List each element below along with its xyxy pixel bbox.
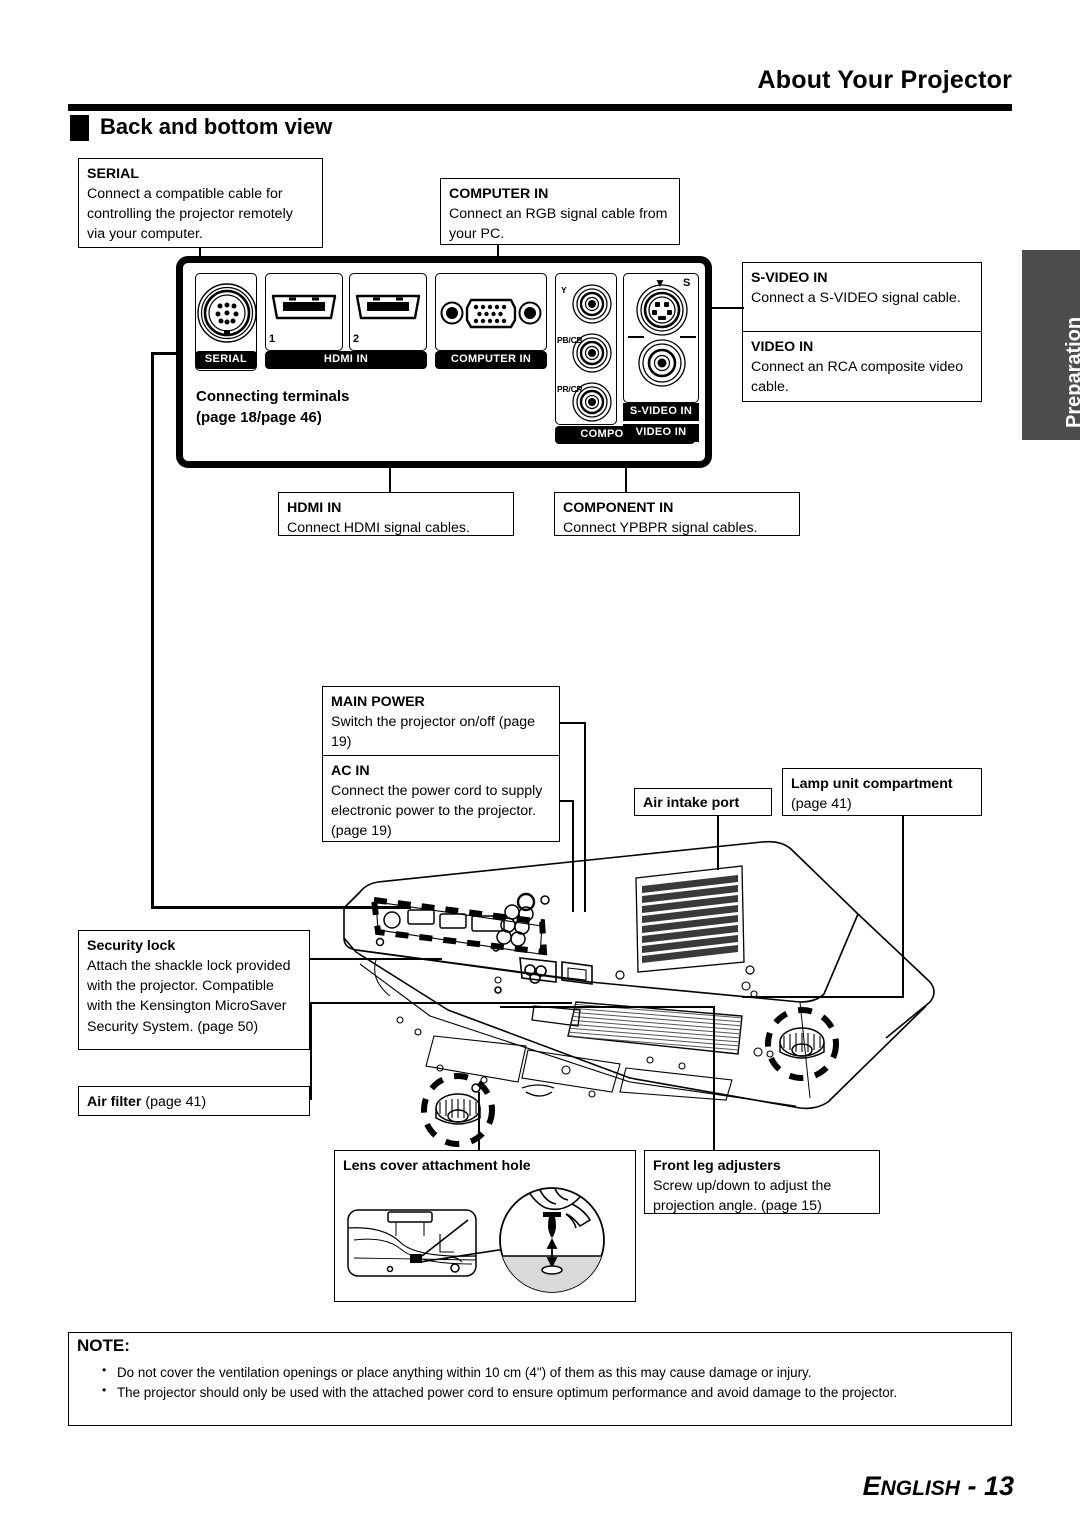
leader-front-leg-h — [500, 1006, 714, 1008]
callout-component-in-title: COMPONENT IN — [563, 500, 674, 516]
leader-hdmi-in — [389, 468, 391, 492]
svideo-s-mark: S — [683, 277, 691, 289]
leader-air-filter-h — [310, 1002, 572, 1004]
callout-hdmi-in: HDMI IN Connect HDMI signal cables. — [278, 492, 514, 536]
callout-serial-body: Connect a compatible cable for controlli… — [87, 186, 293, 243]
callout-s-video-in: S-VIDEO IN Connect a S-VIDEO signal cabl… — [743, 263, 981, 331]
note-item: Do not cover the ventilation openings or… — [99, 1362, 999, 1382]
terminal-panel-illustration: SERIAL 1 2 HDMI IN COMPUTER IN Y PB/CB P… — [176, 256, 712, 468]
note-title: NOTE: — [77, 1336, 130, 1355]
leader-terminals-to-projector-top — [151, 352, 177, 356]
callout-lamp-unit: Lamp unit compartment (page 41) — [782, 768, 982, 816]
leader-lens-cover — [478, 1092, 480, 1150]
callout-lamp-unit-body: (page 41) — [791, 796, 852, 813]
callout-front-leg-adjusters-body: Screw up/down to adjust the projection a… — [653, 1178, 832, 1215]
computer-in-jack — [435, 273, 547, 351]
callout-lens-cover-title: Lens cover attachment hole — [343, 1158, 531, 1174]
terminals-caption-line1: Connecting terminals — [196, 388, 350, 405]
callout-lamp-unit-title: Lamp unit compartment — [791, 776, 953, 792]
callout-computer-in-title: COMPUTER IN — [449, 186, 549, 202]
callout-main-power-title: MAIN POWER — [331, 694, 425, 710]
component-signal-y-label: Y — [561, 285, 567, 295]
hdmi-1-jack — [265, 273, 343, 351]
hdmi-in-jack-label: HDMI IN — [265, 351, 427, 369]
callout-ac-in-title: AC IN — [331, 763, 370, 779]
callout-air-filter-body: (page 41) — [145, 1094, 207, 1110]
section-title: Back and bottom view — [100, 114, 333, 139]
video-in-jack-label: VIDEO IN — [623, 423, 699, 442]
section-bullet-icon — [70, 115, 89, 141]
callout-video-in: VIDEO IN Connect an RCA composite video … — [743, 331, 981, 403]
callout-air-filter-title: Air filter — [87, 1094, 142, 1110]
svideo-video-jacks — [623, 273, 699, 403]
callout-computer-in-body: Connect an RGB signal cable from your PC… — [449, 206, 668, 243]
callout-air-filter: Air filter (page 41) — [78, 1086, 310, 1116]
leader-component-in — [625, 468, 627, 492]
callout-serial: SERIAL Connect a compatible cable for co… — [78, 158, 323, 248]
callout-air-intake-port: Air intake port — [634, 788, 772, 816]
leader-security-lock — [310, 958, 442, 960]
computer-in-jack-label: COMPUTER IN — [435, 351, 547, 369]
callout-video-in-body: Connect an RCA composite video cable. — [751, 359, 964, 396]
footer-page-number: 13 — [983, 1471, 1014, 1501]
callout-s-video-in-body: Connect a S-VIDEO signal cable. — [751, 290, 961, 307]
hdmi-port-1-number: 1 — [269, 333, 276, 345]
callout-component-in-body: Connect YPBPR signal cables. — [563, 520, 758, 537]
callout-s-video-in-title: S-VIDEO IN — [751, 270, 828, 286]
projector-bottom-illustration — [330, 830, 970, 1160]
s-video-in-jack-label: S-VIDEO IN — [623, 403, 699, 421]
callout-air-intake-port-title: Air intake port — [643, 795, 740, 811]
callout-hdmi-in-body: Connect HDMI signal cables. — [287, 520, 470, 537]
terminals-caption-line2: (page 18/page 46) — [196, 409, 322, 426]
component-signal-pr-label: PR/CR — [557, 384, 583, 394]
callout-hdmi-in-title: HDMI IN — [287, 500, 342, 516]
callout-security-lock: Security lock Attach the shackle lock pr… — [78, 930, 310, 1050]
leader-front-leg-v — [713, 1006, 715, 1150]
header-divider — [68, 104, 1012, 111]
terminals-caption: Connecting terminals (page 18/page 46) — [196, 386, 349, 428]
component-signal-pb-label: PB/CB — [557, 335, 583, 345]
chapter-side-tab: Preparation — [1022, 250, 1080, 440]
callout-security-lock-title: Security lock — [87, 938, 176, 954]
page-footer: ENGLISH - 13 — [863, 1471, 1014, 1502]
hdmi-port-2-number: 2 — [353, 333, 360, 345]
leader-s-video-in — [712, 307, 744, 309]
callout-front-leg-adjusters-title: Front leg adjusters — [653, 1158, 781, 1174]
callout-component-in: COMPONENT IN Connect YPBPR signal cables… — [554, 492, 800, 536]
callout-security-lock-body: Attach the shackle lock provided with th… — [87, 958, 291, 1035]
footer-separator: - — [959, 1471, 984, 1501]
leader-air-filter-v — [310, 1002, 312, 1100]
note-box: NOTE: Do not cover the ventilation openi… — [68, 1332, 1012, 1426]
note-list: Do not cover the ventilation openings or… — [99, 1362, 999, 1404]
callout-video-in-title: VIDEO IN — [751, 339, 814, 355]
chapter-side-tab-label: Preparation — [1063, 316, 1080, 428]
leader-terminals-to-projector-v — [151, 352, 155, 908]
serial-jack-label: SERIAL — [195, 351, 257, 369]
callout-main-power: MAIN POWER Switch the projector on/off (… — [323, 687, 559, 755]
callout-front-leg-adjusters: Front leg adjusters Screw up/down to adj… — [644, 1150, 880, 1214]
callout-main-power-body: Switch the projector on/off (page 19) — [331, 714, 536, 751]
callout-serial-title: SERIAL — [87, 166, 140, 182]
page-title: About Your Projector — [757, 66, 1012, 94]
callout-computer-in: COMPUTER IN Connect an RGB signal cable … — [440, 178, 680, 245]
footer-language: ENGLISH — [862, 1471, 960, 1501]
callout-svideo-video: S-VIDEO IN Connect a S-VIDEO signal cabl… — [742, 262, 982, 402]
leader-main-power-h — [560, 722, 586, 724]
lens-cover-attachment-illustration — [340, 1186, 636, 1298]
note-item: The projector should only be used with t… — [99, 1382, 999, 1402]
svideo-triangle-icon: ▼ — [654, 276, 666, 290]
hdmi-2-jack — [349, 273, 427, 351]
component-in-jacks — [555, 273, 617, 425]
callout-power-group: MAIN POWER Switch the projector on/off (… — [322, 686, 560, 842]
